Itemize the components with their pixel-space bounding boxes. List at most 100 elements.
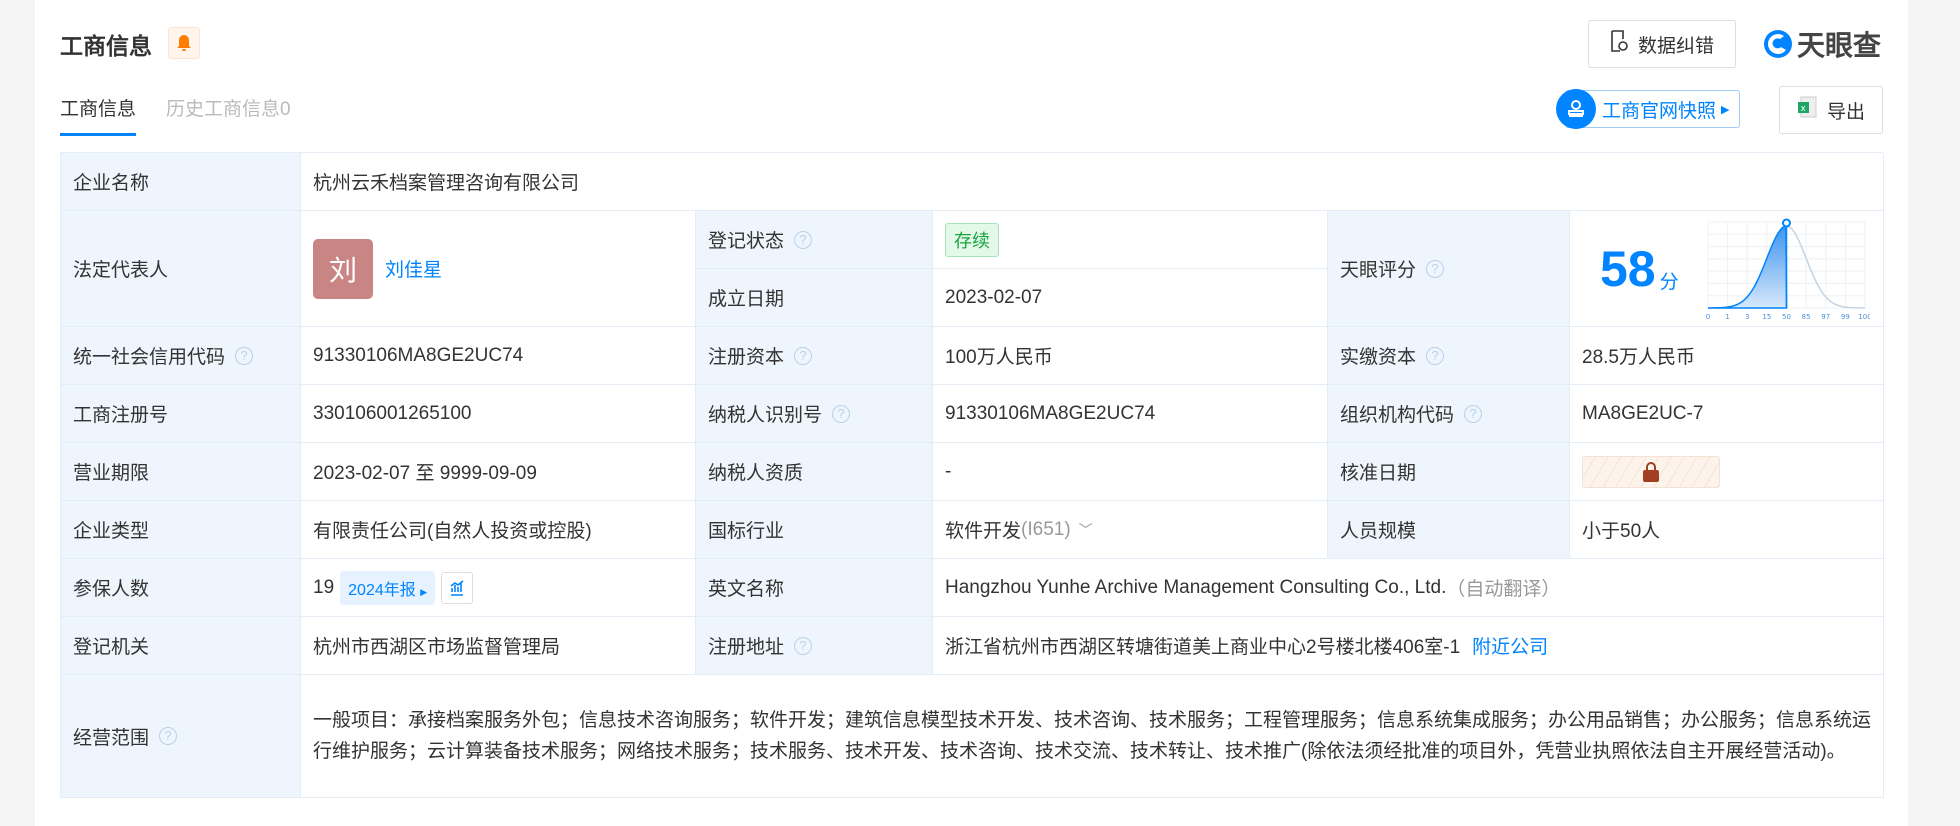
business-term: 2023-02-07 至 9999-09-09: [301, 443, 696, 501]
status-label: 登记状态: [708, 231, 785, 252]
snapshot-label: 工商官网快照: [1602, 100, 1717, 122]
address: 浙江省杭州市西湖区转塘街道美上商业中心2号楼北楼406室-1: [945, 637, 1461, 658]
org-code: MA8GE2UC-7: [1570, 385, 1884, 443]
business-info-table: 企业名称 杭州云禾档案管理咨询有限公司 法定代表人 刘 刘佳星 登记状态? 存续…: [60, 152, 1884, 798]
help-icon[interactable]: ?: [794, 636, 813, 655]
label-scope: 经营范围?: [61, 675, 301, 798]
help-icon[interactable]: ?: [159, 727, 178, 745]
logo-text: 天眼查: [1797, 30, 1882, 61]
label-industry: 国标行业: [696, 501, 933, 559]
help-icon[interactable]: ?: [1464, 404, 1483, 423]
reg-capital-label: 注册资本: [708, 347, 785, 368]
en-name: Hangzhou Yunhe Archive Management Consul…: [945, 576, 1447, 598]
help-icon[interactable]: ?: [1426, 259, 1445, 278]
label-authority: 登记机关: [61, 617, 301, 675]
founded-date: 2023-02-07: [933, 269, 1328, 327]
score-value: 58: [1600, 240, 1656, 297]
label-founded: 成立日期: [696, 269, 933, 327]
label-company-name: 企业名称: [61, 153, 301, 211]
nearby-companies-link[interactable]: 附近公司: [1472, 632, 1548, 659]
paid-capital-label: 实缴资本: [1340, 347, 1417, 368]
address-label: 注册地址: [708, 637, 785, 658]
tick-label: 100: [1858, 313, 1870, 321]
tick-label: 85: [1801, 313, 1810, 321]
help-icon[interactable]: ?: [832, 404, 851, 423]
label-term: 营业期限: [61, 443, 301, 501]
company-name: 杭州云禾档案管理咨询有限公司: [301, 153, 1884, 211]
label-address: 注册地址?: [696, 617, 933, 675]
tick-label: 50: [1782, 313, 1791, 321]
score-unit: 分: [1659, 272, 1679, 293]
taxpayer-id: 91330106MA8GE2UC74: [933, 385, 1328, 443]
label-score: 天眼评分?: [1328, 211, 1570, 327]
industry-code: (I651): [1021, 518, 1071, 540]
score-cell[interactable]: 58 分 0 1 3 15 50 85 97 99 100: [1570, 211, 1884, 327]
score-marker: [1781, 218, 1791, 228]
caret-right-icon: ▶: [1721, 103, 1730, 116]
auto-translate-note: （自动翻译）: [1446, 579, 1561, 600]
excel-icon: x: [1797, 96, 1817, 124]
annual-report-button[interactable]: 2024年报 ▶: [340, 570, 436, 605]
reg-authority: 杭州市西湖区市场监督管理局: [301, 617, 696, 675]
annual-report-label: 2024年报: [348, 581, 416, 599]
business-info-card: 工商信息 数据纠错 天眼查 工商信息 历史工商信息0 工商官网快照 ▶ x 导出…: [35, 0, 1908, 826]
tick-label: 97: [1821, 313, 1830, 321]
reg-no: 330106001265100: [301, 385, 696, 443]
industry-cell[interactable]: 软件开发 (I651) ﹀: [933, 501, 1328, 559]
status-badge: 存续: [945, 222, 999, 257]
help-icon[interactable]: ?: [1426, 346, 1445, 365]
tick-label: 1: [1725, 313, 1729, 321]
chart-icon: [450, 579, 464, 596]
chevron-down-icon[interactable]: ﹀: [1079, 520, 1093, 540]
label-staff: 人员规模: [1328, 501, 1570, 559]
label-reg-no: 工商注册号: [61, 385, 301, 443]
locked-value[interactable]: [1582, 455, 1720, 488]
label-approve-date: 核准日期: [1328, 443, 1570, 501]
export-label: 导出: [1826, 101, 1865, 123]
section-title: 工商信息: [60, 33, 152, 59]
label-type: 企业类型: [61, 501, 301, 559]
data-correction-label: 数据纠错: [1637, 35, 1714, 57]
label-taxpayer-id: 纳税人识别号?: [696, 385, 933, 443]
score-distribution-chart: 0 1 3 15 50 85 97 99 100: [1705, 218, 1870, 321]
help-icon[interactable]: ?: [794, 346, 813, 365]
address-cell: 浙江省杭州市西湖区转塘街道美上商业中心2号楼北楼406室-1 附近公司: [933, 617, 1884, 675]
org-code-label: 组织机构代码: [1340, 405, 1455, 426]
scope-label: 经营范围: [73, 727, 150, 749]
status-cell: 存续: [933, 211, 1328, 269]
bell-icon[interactable]: [168, 27, 200, 59]
tab-history-business-info[interactable]: 历史工商信息0: [166, 94, 291, 136]
en-name-cell: Hangzhou Yunhe Archive Management Consul…: [933, 559, 1884, 617]
tick-label: 15: [1762, 313, 1771, 321]
company-type: 有限责任公司(自然人投资或控股): [301, 501, 696, 559]
export-button[interactable]: x 导出: [1779, 86, 1883, 134]
lock-icon: [1643, 461, 1659, 482]
reg-capital: 100万人民币: [933, 327, 1328, 385]
label-paid-capital: 实缴资本?: [1328, 327, 1570, 385]
legal-rep-link[interactable]: 刘佳星: [385, 255, 442, 282]
label-status: 登记状态?: [696, 211, 933, 269]
help-icon[interactable]: ?: [794, 230, 813, 249]
approve-date-cell: [1570, 443, 1884, 501]
help-icon[interactable]: ?: [235, 346, 254, 365]
document-icon: [1610, 30, 1628, 58]
tab-business-info[interactable]: 工商信息: [60, 94, 137, 136]
credit-code: 91330106MA8GE2UC74: [301, 327, 696, 385]
credit-code-label: 统一社会信用代码: [73, 347, 226, 368]
insured-cell: 19 2024年报 ▶: [301, 559, 696, 617]
tick-label: 99: [1841, 313, 1850, 321]
tianyancha-logo: 天眼查: [1762, 24, 1881, 64]
official-snapshot-button[interactable]: 工商官网快照 ▶: [1556, 89, 1741, 129]
caret-right-icon: ▶: [420, 586, 428, 597]
tick-label: 3: [1745, 313, 1749, 321]
trend-chart-button[interactable]: [441, 571, 474, 604]
label-taxpayer-qual: 纳税人资质: [696, 443, 933, 501]
stamp-icon: [1556, 89, 1596, 129]
label-en-name: 英文名称: [696, 559, 933, 617]
score-label: 天眼评分: [1340, 260, 1417, 281]
label-credit-code: 统一社会信用代码?: [61, 327, 301, 385]
staff-size: 小于50人: [1570, 501, 1884, 559]
industry-value: 软件开发: [945, 521, 1022, 542]
paid-capital: 28.5万人民币: [1570, 327, 1884, 385]
data-correction-button[interactable]: 数据纠错: [1588, 20, 1736, 68]
